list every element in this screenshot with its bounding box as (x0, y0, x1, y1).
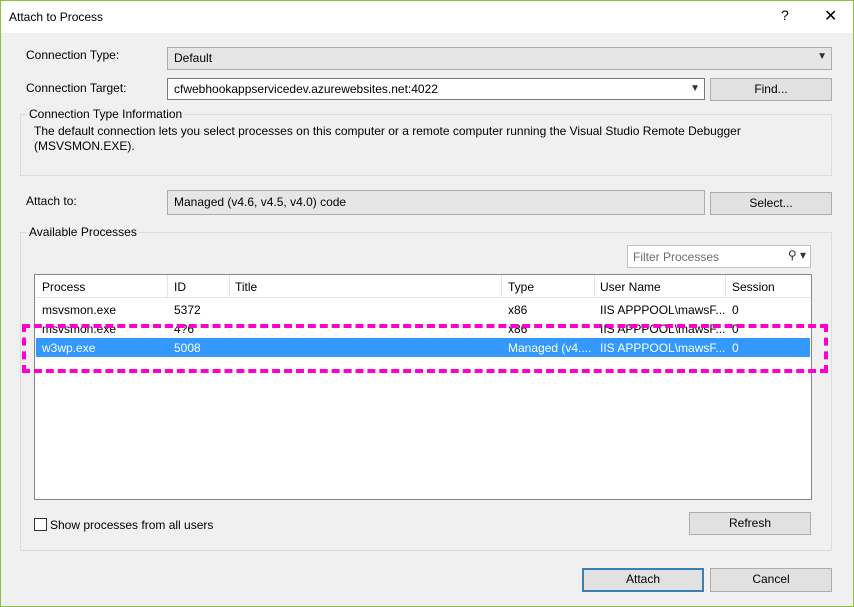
cancel-button[interactable]: Cancel (710, 568, 832, 592)
connection-target-input[interactable]: cfwebhookappservicedev.azurewebsites.net… (167, 78, 705, 100)
help-button[interactable]: ? (781, 7, 789, 23)
cell-process: msvsmon.exe (42, 303, 117, 317)
attach-to-field: Managed (v4.6, v4.5, v4.0) code (167, 190, 705, 215)
available-processes-title: Available Processes (27, 225, 139, 239)
column-divider[interactable] (167, 275, 168, 297)
connection-type-dropdown[interactable]: Default ▼ (167, 47, 832, 70)
connection-type-info-text: The default connection lets you select p… (34, 124, 741, 153)
column-header-user-name[interactable]: User Name (600, 280, 661, 294)
column-header-process[interactable]: Process (42, 280, 85, 294)
column-divider[interactable] (501, 275, 502, 297)
title-bar: Attach to Process ? ✕ (1, 1, 853, 33)
filter-processes-placeholder: Filter Processes (633, 250, 720, 264)
chevron-down-icon[interactable]: ▼ (690, 83, 700, 94)
close-button[interactable]: ✕ (824, 6, 837, 26)
select-button[interactable]: Select... (710, 192, 832, 215)
attach-to-process-dialog: Attach to Process ? ✕ Connection Type: D… (0, 0, 854, 607)
column-header-type[interactable]: Type (508, 280, 534, 294)
dialog-title: Attach to Process (9, 10, 104, 24)
connection-type-value: Default (174, 51, 213, 65)
connection-type-label: Connection Type: (26, 48, 120, 62)
attach-to-label: Attach to: (26, 194, 77, 208)
cell-id: 5372 (174, 303, 201, 317)
cell-type: x86 (508, 303, 528, 317)
find-button[interactable]: Find... (710, 78, 832, 101)
search-icon[interactable]: ⚲ ▾ (788, 248, 806, 262)
connection-target-label: Connection Target: (26, 81, 127, 95)
column-divider[interactable] (229, 275, 230, 297)
attach-button[interactable]: Attach (582, 568, 704, 592)
chevron-down-icon: ▼ (817, 51, 827, 62)
process-list-header: Process ID Title Type User Name Session (35, 275, 811, 298)
column-divider[interactable] (725, 275, 726, 297)
cell-user-name: IIS APPPOOL\mawsF... (600, 303, 726, 317)
column-header-title[interactable]: Title (235, 280, 257, 294)
show-all-users-label[interactable]: Show processes from all users (50, 518, 213, 532)
table-row[interactable]: msvsmon.exe 5372 x86 IIS APPPOOL\mawsF..… (36, 300, 810, 319)
highlight-annotation (22, 324, 828, 373)
cell-session: 0 (732, 303, 739, 317)
column-divider[interactable] (594, 275, 595, 297)
refresh-button[interactable]: Refresh (689, 512, 811, 535)
process-list[interactable]: Process ID Title Type User Name Session … (34, 274, 812, 500)
connection-target-value: cfwebhookappservicedev.azurewebsites.net… (174, 82, 438, 96)
show-all-users-checkbox[interactable] (34, 518, 47, 531)
connection-type-info-title: Connection Type Information (27, 107, 185, 121)
filter-processes-input[interactable]: Filter Processes ⚲ ▾ (627, 245, 811, 268)
column-header-id[interactable]: ID (174, 280, 186, 294)
column-header-session[interactable]: Session (732, 280, 775, 294)
